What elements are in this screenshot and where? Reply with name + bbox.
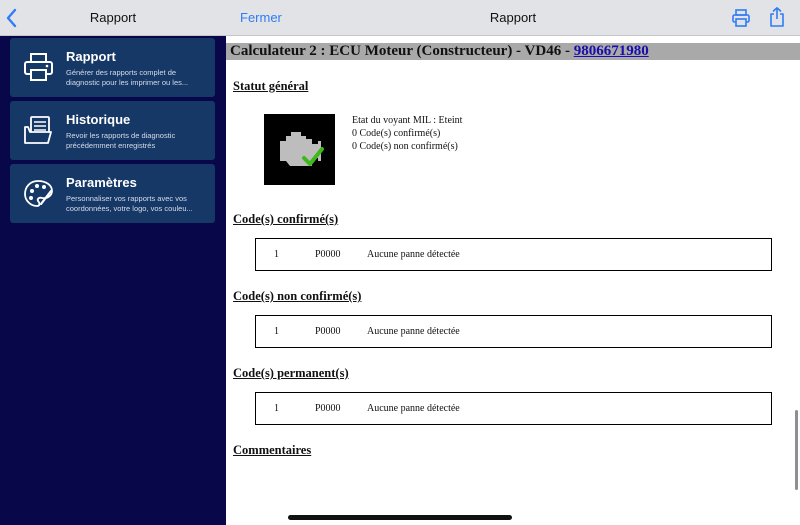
printer-icon xyxy=(24,53,53,81)
palette-icon xyxy=(24,180,53,207)
status-section-title: Statut général xyxy=(233,79,309,93)
code-description: Aucune panne détectée xyxy=(367,249,460,260)
sidebar-item-title: Historique xyxy=(66,112,131,127)
sidebar-item-description: Revoir les rapports de diagnostic précéd… xyxy=(66,131,176,150)
sidebar-title: Rapport xyxy=(89,10,137,25)
code-description: Aucune panne détectée xyxy=(367,326,460,337)
sidebar-item-title: Rapport xyxy=(66,49,116,64)
report-header: Fermer Rapport xyxy=(226,0,800,36)
table-row: 1 P0000 Aucune panne détectée xyxy=(255,238,772,271)
engine-status-image xyxy=(264,114,335,185)
sidebar-item-historique[interactable]: Historique Revoir les rapports de diagno… xyxy=(10,101,215,160)
confirmed-codes-title: Code(s) confirmé(s) xyxy=(233,212,339,226)
code-number: 1 xyxy=(274,249,279,260)
document-stack-icon xyxy=(24,116,52,144)
code-id: P0000 xyxy=(315,403,341,414)
code-number: 1 xyxy=(274,326,279,337)
sidebar-item-description: Personnaliser vos rapports avec vos coor… xyxy=(66,194,193,213)
ecu-reference-link[interactable]: 9806671980 xyxy=(574,43,649,59)
sidebar-item-rapport[interactable]: Rapport Générer des rapports complet de … xyxy=(10,38,215,97)
mil-status: Etat du voyant MIL : Eteint xyxy=(352,115,463,126)
engine-check-icon xyxy=(280,132,324,166)
unconfirmed-count: 0 Code(s) non confirmé(s) xyxy=(352,141,458,152)
table-row: 1 P0000 Aucune panne détectée xyxy=(255,315,772,348)
sidebar-item-parametres[interactable]: Paramètres Personnaliser vos rapports av… xyxy=(10,164,215,223)
code-description: Aucune panne détectée xyxy=(367,403,460,414)
scrollbar[interactable] xyxy=(795,410,798,490)
sidebar-item-description: Générer des rapports complet de diagnost… xyxy=(66,68,189,87)
close-button[interactable]: Fermer xyxy=(240,0,282,36)
share-icon[interactable] xyxy=(768,6,786,28)
sidebar-item-title: Paramètres xyxy=(66,175,137,190)
home-indicator[interactable] xyxy=(288,515,512,520)
table-row: 1 P0000 Aucune panne détectée xyxy=(255,392,772,425)
sidebar: Rapport Rapport Générer des rapports com… xyxy=(0,0,226,525)
comments-title: Commentaires xyxy=(233,443,312,457)
unconfirmed-codes-title: Code(s) non confirmé(s) xyxy=(233,289,362,303)
ecu-title: Calculateur 2 : ECU Moteur (Constructeur… xyxy=(230,43,574,59)
confirmed-count: 0 Code(s) confirmé(s) xyxy=(352,128,441,139)
report-pane: Fermer Rapport Calculateur 2 : ECU Moteu… xyxy=(226,0,800,525)
code-number: 1 xyxy=(274,403,279,414)
page-title: Rapport xyxy=(489,10,537,25)
code-id: P0000 xyxy=(315,326,341,337)
sidebar-header: Rapport xyxy=(0,0,226,36)
ecu-banner: Calculateur 2 : ECU Moteur (Constructeur… xyxy=(226,43,800,60)
printer-icon[interactable] xyxy=(731,8,751,28)
permanent-codes-title: Code(s) permanent(s) xyxy=(233,366,349,380)
code-id: P0000 xyxy=(315,249,341,260)
